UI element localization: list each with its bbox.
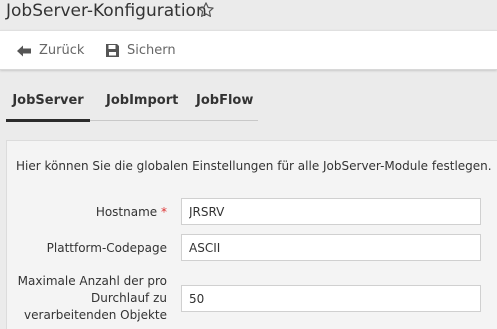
page-title: JobServer-Konfiguration xyxy=(6,1,207,21)
panel-description: Hier können Sie die globalen Einstellung… xyxy=(16,159,492,173)
required-marker: * xyxy=(161,205,167,219)
arrow-left-icon xyxy=(17,45,31,56)
platform-codepage-label: Plattform-Codepage xyxy=(46,241,167,255)
save-button[interactable]: Sichern xyxy=(105,31,176,70)
tab-jobserver[interactable]: JobServer xyxy=(6,88,90,122)
max-objects-input[interactable] xyxy=(181,285,481,312)
toolbar: Zurück Sichern xyxy=(0,30,497,70)
max-objects-label: Maximale Anzahl der pro Durchlauf zu ver… xyxy=(17,274,167,322)
floppy-disk-icon xyxy=(106,44,119,57)
save-button-label: Sichern xyxy=(127,43,176,58)
star-outline-icon[interactable] xyxy=(197,1,215,19)
title-bar: JobServer-Konfiguration xyxy=(0,0,497,30)
tab-jobimport[interactable]: JobImport xyxy=(106,88,178,120)
tab-jobflow[interactable]: JobFlow xyxy=(196,88,253,120)
back-button-label: Zurück xyxy=(39,43,85,58)
tab-bar: JobServer JobImport JobFlow xyxy=(6,88,258,122)
hostname-label-text: Hostname xyxy=(95,205,158,219)
settings-panel: Hier können Sie die globalen Einstellung… xyxy=(6,140,497,329)
hostname-input[interactable] xyxy=(181,198,481,225)
hostname-label: Hostname * xyxy=(96,204,167,221)
back-button[interactable]: Zurück xyxy=(16,31,84,70)
platform-codepage-input[interactable] xyxy=(181,234,481,261)
